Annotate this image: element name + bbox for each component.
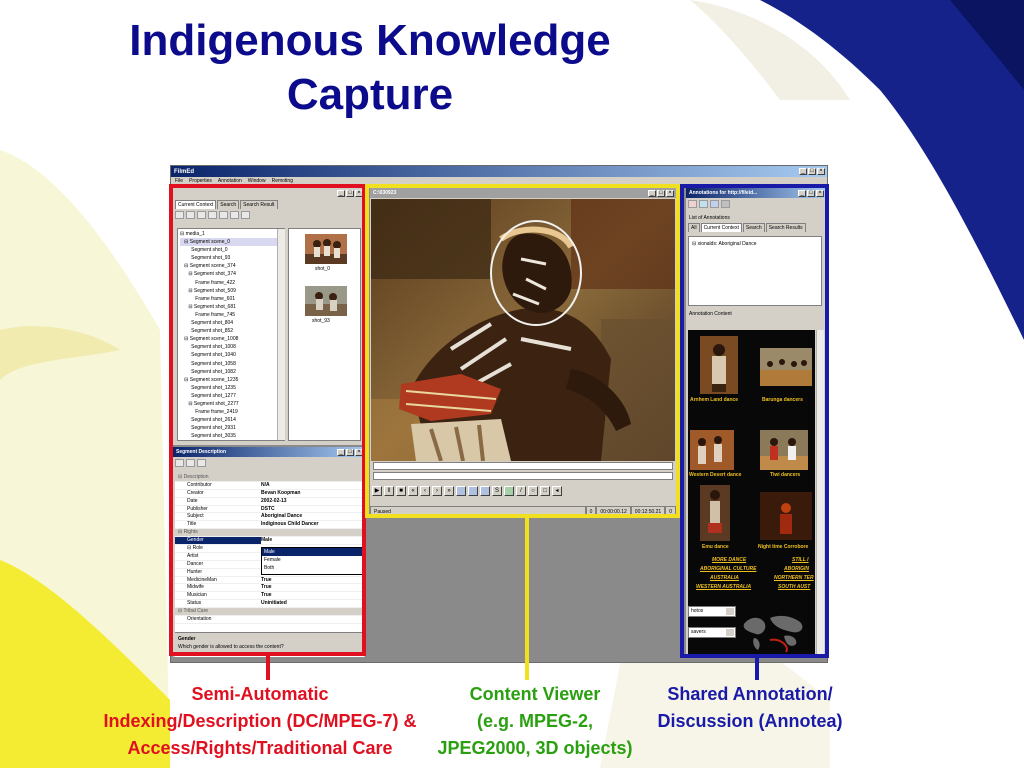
caption-line: (e.g. MPEG-2, (476, 711, 593, 731)
slide-title-line-2: Capture (286, 70, 454, 119)
caption-line: Access/Rights/Traditional Care (127, 738, 393, 758)
minimize-button[interactable]: _ (799, 168, 807, 175)
annotation-caption: Shared Annotation/ Discussion (Annotea) (648, 681, 852, 735)
app-title: FilmEd (174, 168, 195, 175)
caption-line: JPEG2000, 3D objects) (437, 738, 633, 758)
leader-line-red (266, 656, 270, 680)
maximize-button[interactable]: □ (808, 168, 816, 175)
slide-title: Indigenous Knowledge Capture (0, 14, 740, 122)
indexing-caption: Semi-Automatic Indexing/Description (DC/… (92, 681, 428, 762)
app-titlebar: FilmEd _ □ × (171, 166, 827, 177)
caption-line: Semi-Automatic (191, 684, 329, 704)
caption-line: Discussion (Annotea) (657, 711, 843, 731)
annotation-callout-frame (680, 184, 829, 658)
caption-line: Indexing/Description (DC/MPEG-7) & (103, 711, 417, 731)
leader-line-yellow (525, 518, 529, 680)
close-button[interactable]: × (817, 168, 825, 175)
caption-line: Shared Annotation/ (667, 684, 833, 704)
viewer-callout-frame (365, 184, 680, 518)
viewer-caption: Content Viewer (e.g. MPEG-2, JPEG2000, 3… (428, 681, 642, 762)
leader-line-blue (755, 658, 759, 680)
indexing-callout-frame (169, 184, 366, 656)
caption-line: Content Viewer (469, 684, 601, 704)
slide-title-line-1: Indigenous Knowledge (129, 16, 611, 65)
